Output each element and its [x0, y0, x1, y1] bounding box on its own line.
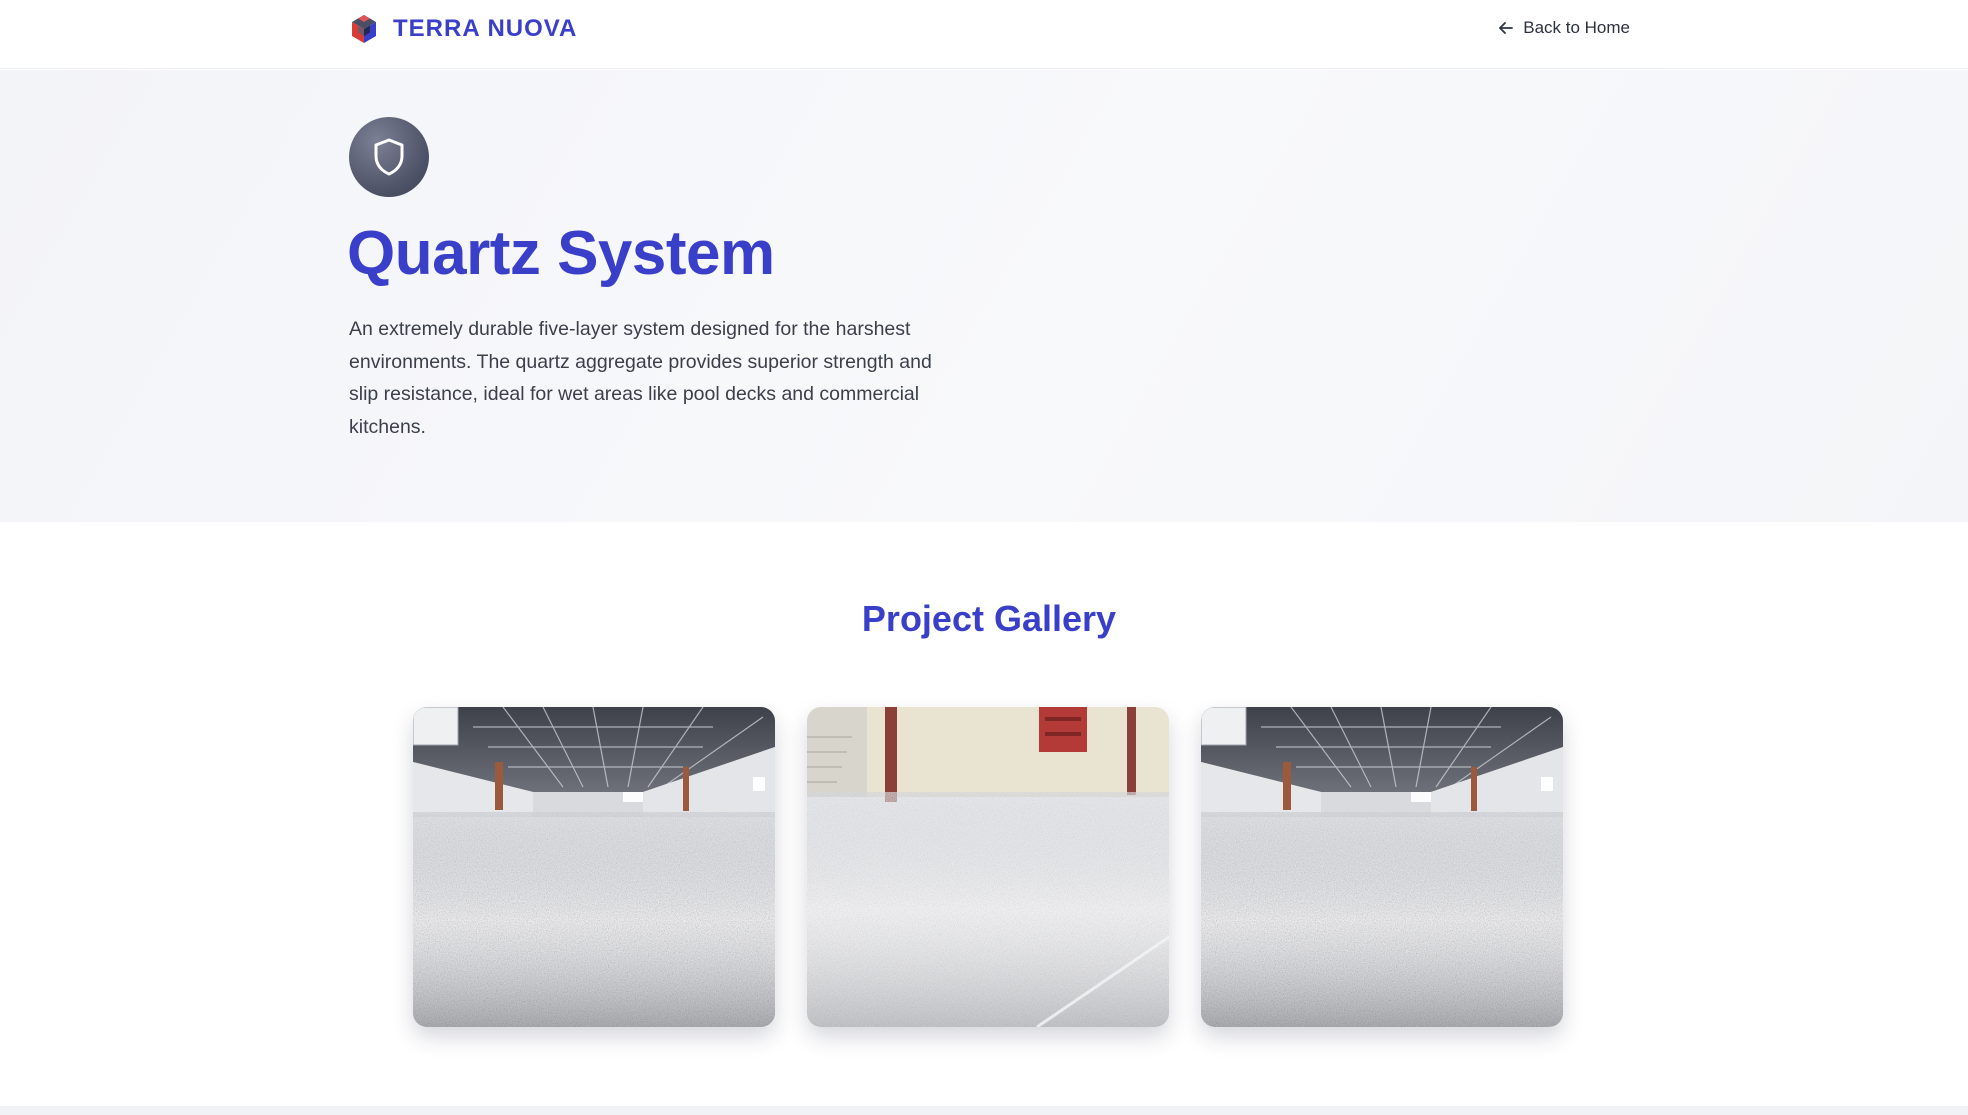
cube-logo-icon — [349, 13, 379, 45]
arrow-left-icon — [1497, 19, 1523, 37]
system-description: An extremely durable five-layer system d… — [349, 318, 932, 438]
hero-section: Quartz System An extremely durable five-… — [0, 70, 1968, 522]
shield-icon — [371, 137, 407, 177]
top-navigation-bar: TERRA NUOVA Back to Home — [0, 0, 1968, 69]
brand-name: TERRA NUOVA — [393, 15, 578, 42]
back-to-home-link[interactable]: Back to Home — [1497, 18, 1630, 38]
shield-icon-badge — [349, 117, 429, 197]
project-gallery — [413, 707, 1563, 1027]
back-to-home-label: Back to Home — [1523, 18, 1630, 37]
gallery-photo-warehouse-floor[interactable] — [1201, 707, 1563, 1027]
gallery-photo-garage-floor[interactable] — [807, 707, 1169, 1027]
gallery-title: Project Gallery — [861, 598, 1117, 639]
brand-home-link[interactable]: TERRA NUOVA — [349, 13, 577, 45]
gallery-photo-warehouse-floor[interactable] — [413, 707, 775, 1027]
page-title: Quartz System — [347, 219, 775, 288]
footer-edge — [0, 1106, 1968, 1115]
